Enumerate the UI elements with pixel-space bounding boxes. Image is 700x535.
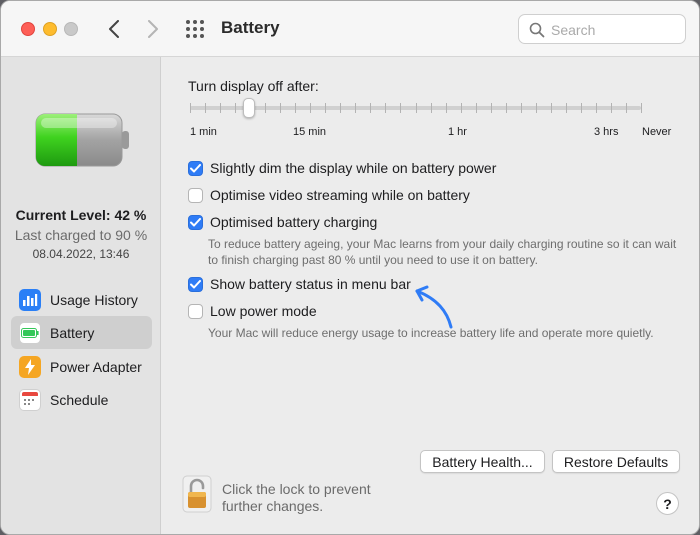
last-charged: Last charged to 90 % <box>14 227 148 243</box>
slider-label-15-min: 15 min <box>293 126 327 138</box>
grid-icon <box>186 20 204 38</box>
show-battery-status-checkbox[interactable] <box>188 276 203 292</box>
search-box[interactable] <box>518 14 686 44</box>
slider-tick <box>431 103 432 113</box>
help-button[interactable]: ? <box>656 492 679 515</box>
zoom-window-button[interactable] <box>64 22 78 36</box>
sidebar-item-label: Schedule <box>50 391 109 408</box>
slider-tick <box>596 103 597 113</box>
optimise-video-checkbox[interactable] <box>188 187 203 203</box>
slider-tick <box>641 103 642 113</box>
checkmark-icon <box>190 217 201 226</box>
slider-label-1-min: 1 min <box>190 126 217 138</box>
sidebar-item-label: Power Adapter <box>50 358 142 375</box>
show-battery-status-label: Show battery status in menu bar <box>210 276 411 292</box>
current-level: Current Level: 42 % <box>15 207 147 223</box>
sidebar-item-power-adapter[interactable]: Power Adapter <box>11 350 152 383</box>
sidebar-item-label: Battery <box>50 324 95 341</box>
battery-health-button[interactable]: Battery Health... <box>420 450 545 473</box>
optimised-charging-label: Optimised battery charging <box>210 214 378 230</box>
slider-tick <box>340 103 341 113</box>
minimize-window-button[interactable] <box>43 22 57 36</box>
slider-label-never: Never <box>642 126 672 138</box>
window-title: Battery <box>221 18 280 37</box>
main-pane: Turn display off after: 1 min 15 min 1 h… <box>162 57 699 534</box>
calendar-icon <box>19 388 41 411</box>
dim-display-label: Slightly dim the display while on batter… <box>210 160 497 176</box>
slider-tick <box>611 103 612 113</box>
bar-chart-icon <box>19 288 41 311</box>
title-bar: Battery <box>1 1 699 57</box>
charged-date: 08.04.2022, 13:46 <box>32 247 130 261</box>
show-battery-status-option[interactable]: Show battery status in menu bar <box>188 276 411 292</box>
slider-tick <box>385 103 386 113</box>
dim-display-option[interactable]: Slightly dim the display while on batter… <box>188 160 496 176</box>
display-off-slider-knob[interactable] <box>243 98 255 118</box>
slider-tick <box>190 103 191 113</box>
restore-defaults-button[interactable]: Restore Defaults <box>552 450 680 473</box>
close-window-button[interactable] <box>21 22 35 36</box>
lock-icon[interactable] <box>182 475 212 513</box>
slider-label-1-hr: 1 hr <box>448 126 467 138</box>
slider-tick <box>265 103 266 113</box>
chevron-right-icon <box>148 20 158 38</box>
low-power-mode-option[interactable]: Low power mode <box>188 303 317 319</box>
optimised-charging-description: To reduce battery ageing, your Mac learn… <box>208 237 677 267</box>
slider-tick <box>446 103 447 113</box>
low-power-mode-label: Low power mode <box>210 303 317 319</box>
sidebar-item-battery[interactable]: Battery <box>11 316 152 349</box>
optimise-video-option[interactable]: Optimise video streaming while on batter… <box>188 187 470 203</box>
sidebar: Current Level: 42 % Last charged to 90 %… <box>1 57 161 534</box>
sidebar-item-label: Usage History <box>50 291 138 308</box>
slider-tick <box>566 103 567 113</box>
optimised-charging-checkbox[interactable] <box>188 214 203 230</box>
dim-display-checkbox[interactable] <box>188 160 203 176</box>
display-off-title: Turn display off after: <box>188 78 319 94</box>
slider-tick <box>491 103 492 113</box>
battery-icon <box>19 321 41 344</box>
slider-tick <box>220 103 221 113</box>
slider-tick <box>521 103 522 113</box>
slider-tick <box>461 103 462 113</box>
slider-tick <box>370 103 371 113</box>
sidebar-item-schedule[interactable]: Schedule <box>11 383 152 416</box>
slider-tick <box>325 103 326 113</box>
back-button[interactable] <box>102 15 126 43</box>
slider-tick <box>581 103 582 113</box>
slider-label-3-hrs: 3 hrs <box>594 126 619 138</box>
forward-button[interactable] <box>141 15 165 43</box>
slider-tick <box>536 103 537 113</box>
search-input[interactable] <box>551 19 679 41</box>
slider-tick <box>416 103 417 113</box>
optimised-charging-option[interactable]: Optimised battery charging <box>188 214 377 230</box>
annotation-arrow-icon <box>415 285 453 329</box>
checkmark-icon <box>190 279 201 288</box>
search-icon <box>529 22 545 38</box>
slider-tick <box>626 103 627 113</box>
optimise-video-label: Optimise video streaming while on batter… <box>210 187 470 203</box>
slider-tick <box>400 103 401 113</box>
lightning-icon <box>19 355 41 378</box>
large-battery-icon <box>35 113 129 167</box>
checkmark-icon <box>190 163 201 172</box>
slider-tick <box>235 103 236 113</box>
low-power-mode-checkbox[interactable] <box>188 303 203 319</box>
slider-tick <box>506 103 507 113</box>
slider-tick <box>476 103 477 113</box>
slider-tick <box>551 103 552 113</box>
lock-message: Click the lock to prevent further change… <box>222 481 371 514</box>
chevron-left-icon <box>109 20 119 38</box>
show-all-button[interactable] <box>184 18 208 40</box>
sidebar-item-usage-history[interactable]: Usage History <box>11 283 152 316</box>
slider-tick <box>295 103 296 113</box>
system-preferences-window: Battery Search Current Level: 42 % Last … <box>0 0 700 535</box>
slider-tick <box>280 103 281 113</box>
slider-tick <box>355 103 356 113</box>
slider-tick <box>205 103 206 113</box>
slider-tick <box>310 103 311 113</box>
